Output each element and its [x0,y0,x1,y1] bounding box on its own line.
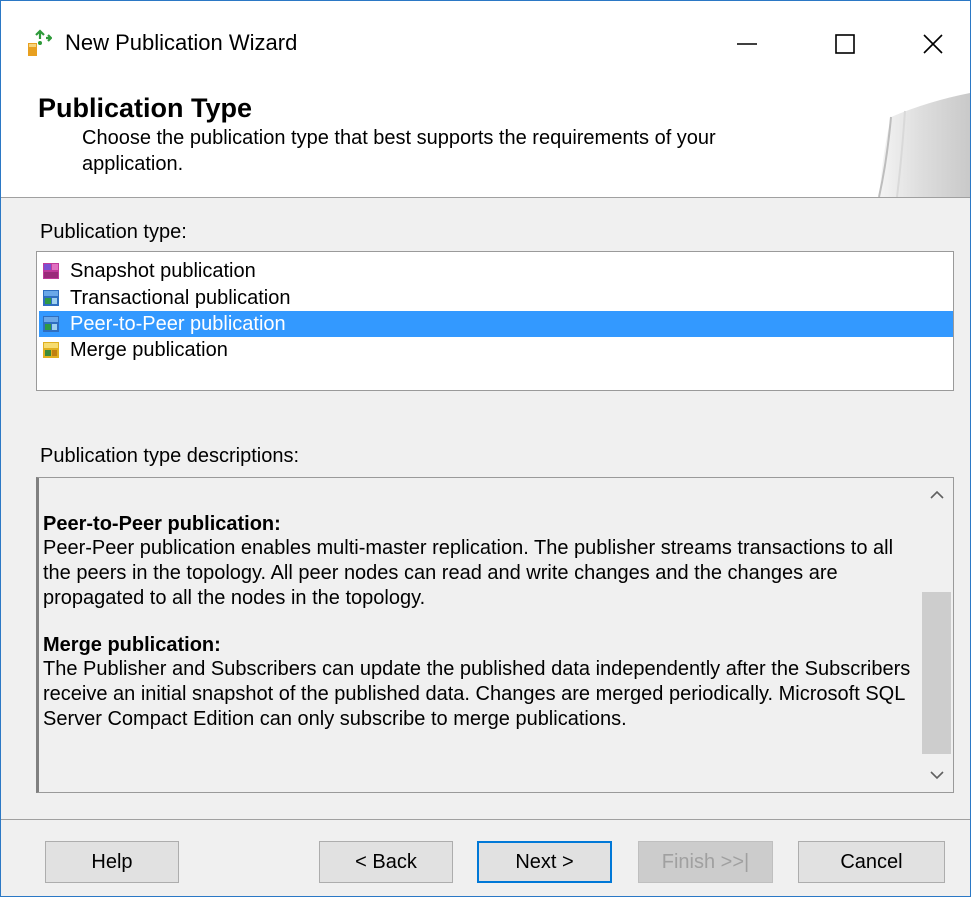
cancel-button[interactable]: Cancel [798,841,945,883]
minimize-icon [737,43,757,45]
scroll-down-button[interactable] [920,760,953,790]
merge-publication-icon [43,342,59,358]
wizard-window: New Publication Wizard Publication Type … [0,0,971,897]
close-icon [923,34,943,54]
maximize-button[interactable] [815,15,875,73]
back-button[interactable]: < Back [319,841,453,883]
chevron-down-icon [929,771,944,780]
list-item-peer-to-peer-publication[interactable]: Peer-to-Peer publication [39,311,953,337]
publication-type-list[interactable]: Snapshot publication Transactional publi… [36,251,954,391]
publication-type-descriptions-box[interactable]: Peer-to-Peer publication: Peer-Peer publ… [36,477,954,793]
transactional-publication-icon [43,290,59,306]
new-publication-wizard-icon [28,29,52,56]
list-item-label: Peer-to-Peer publication [70,312,286,335]
descriptions-vertical-scrollbar[interactable] [920,478,953,791]
finish-button: Finish >>| [638,841,773,883]
wizard-book-graphic [878,93,970,197]
scroll-up-button[interactable] [920,480,953,510]
snapshot-publication-icon [43,263,59,279]
maximize-icon [835,34,855,54]
descriptions-content: Peer-to-Peer publication: Peer-Peer publ… [43,512,918,732]
minimize-button[interactable] [717,15,777,73]
list-item-snapshot-publication[interactable]: Snapshot publication [39,258,953,284]
list-item-label: Transactional publication [70,286,291,309]
page-title: Publication Type [38,93,253,123]
list-item-transactional-publication[interactable]: Transactional publication [39,285,953,311]
title-bar: New Publication Wizard [1,1,970,87]
description-heading-merge: Merge publication: [43,634,221,656]
description-body-peer-to-peer: Peer-Peer publication enables multi-mast… [43,537,894,609]
window-title: New Publication Wizard [65,30,298,55]
wizard-header: Publication Type Choose the publication … [1,87,970,198]
chevron-up-icon [929,490,944,499]
page-description: Choose the publication type that best su… [82,127,716,175]
peer-to-peer-publication-icon [43,316,59,332]
publication-type-descriptions-label: Publication type descriptions: [40,445,300,467]
description-heading-peer-to-peer: Peer-to-Peer publication: [43,513,281,535]
description-body-merge: The Publisher and Subscribers can update… [43,658,911,730]
list-item-label: Merge publication [70,338,228,361]
close-button[interactable] [903,15,963,73]
list-item-label: Snapshot publication [70,259,256,282]
next-button[interactable]: Next > [477,841,612,883]
scroll-thumb[interactable] [922,592,951,754]
list-item-merge-publication[interactable]: Merge publication [39,337,953,363]
help-button[interactable]: Help [45,841,179,883]
publication-type-label: Publication type: [40,221,187,243]
footer-separator [1,819,970,820]
